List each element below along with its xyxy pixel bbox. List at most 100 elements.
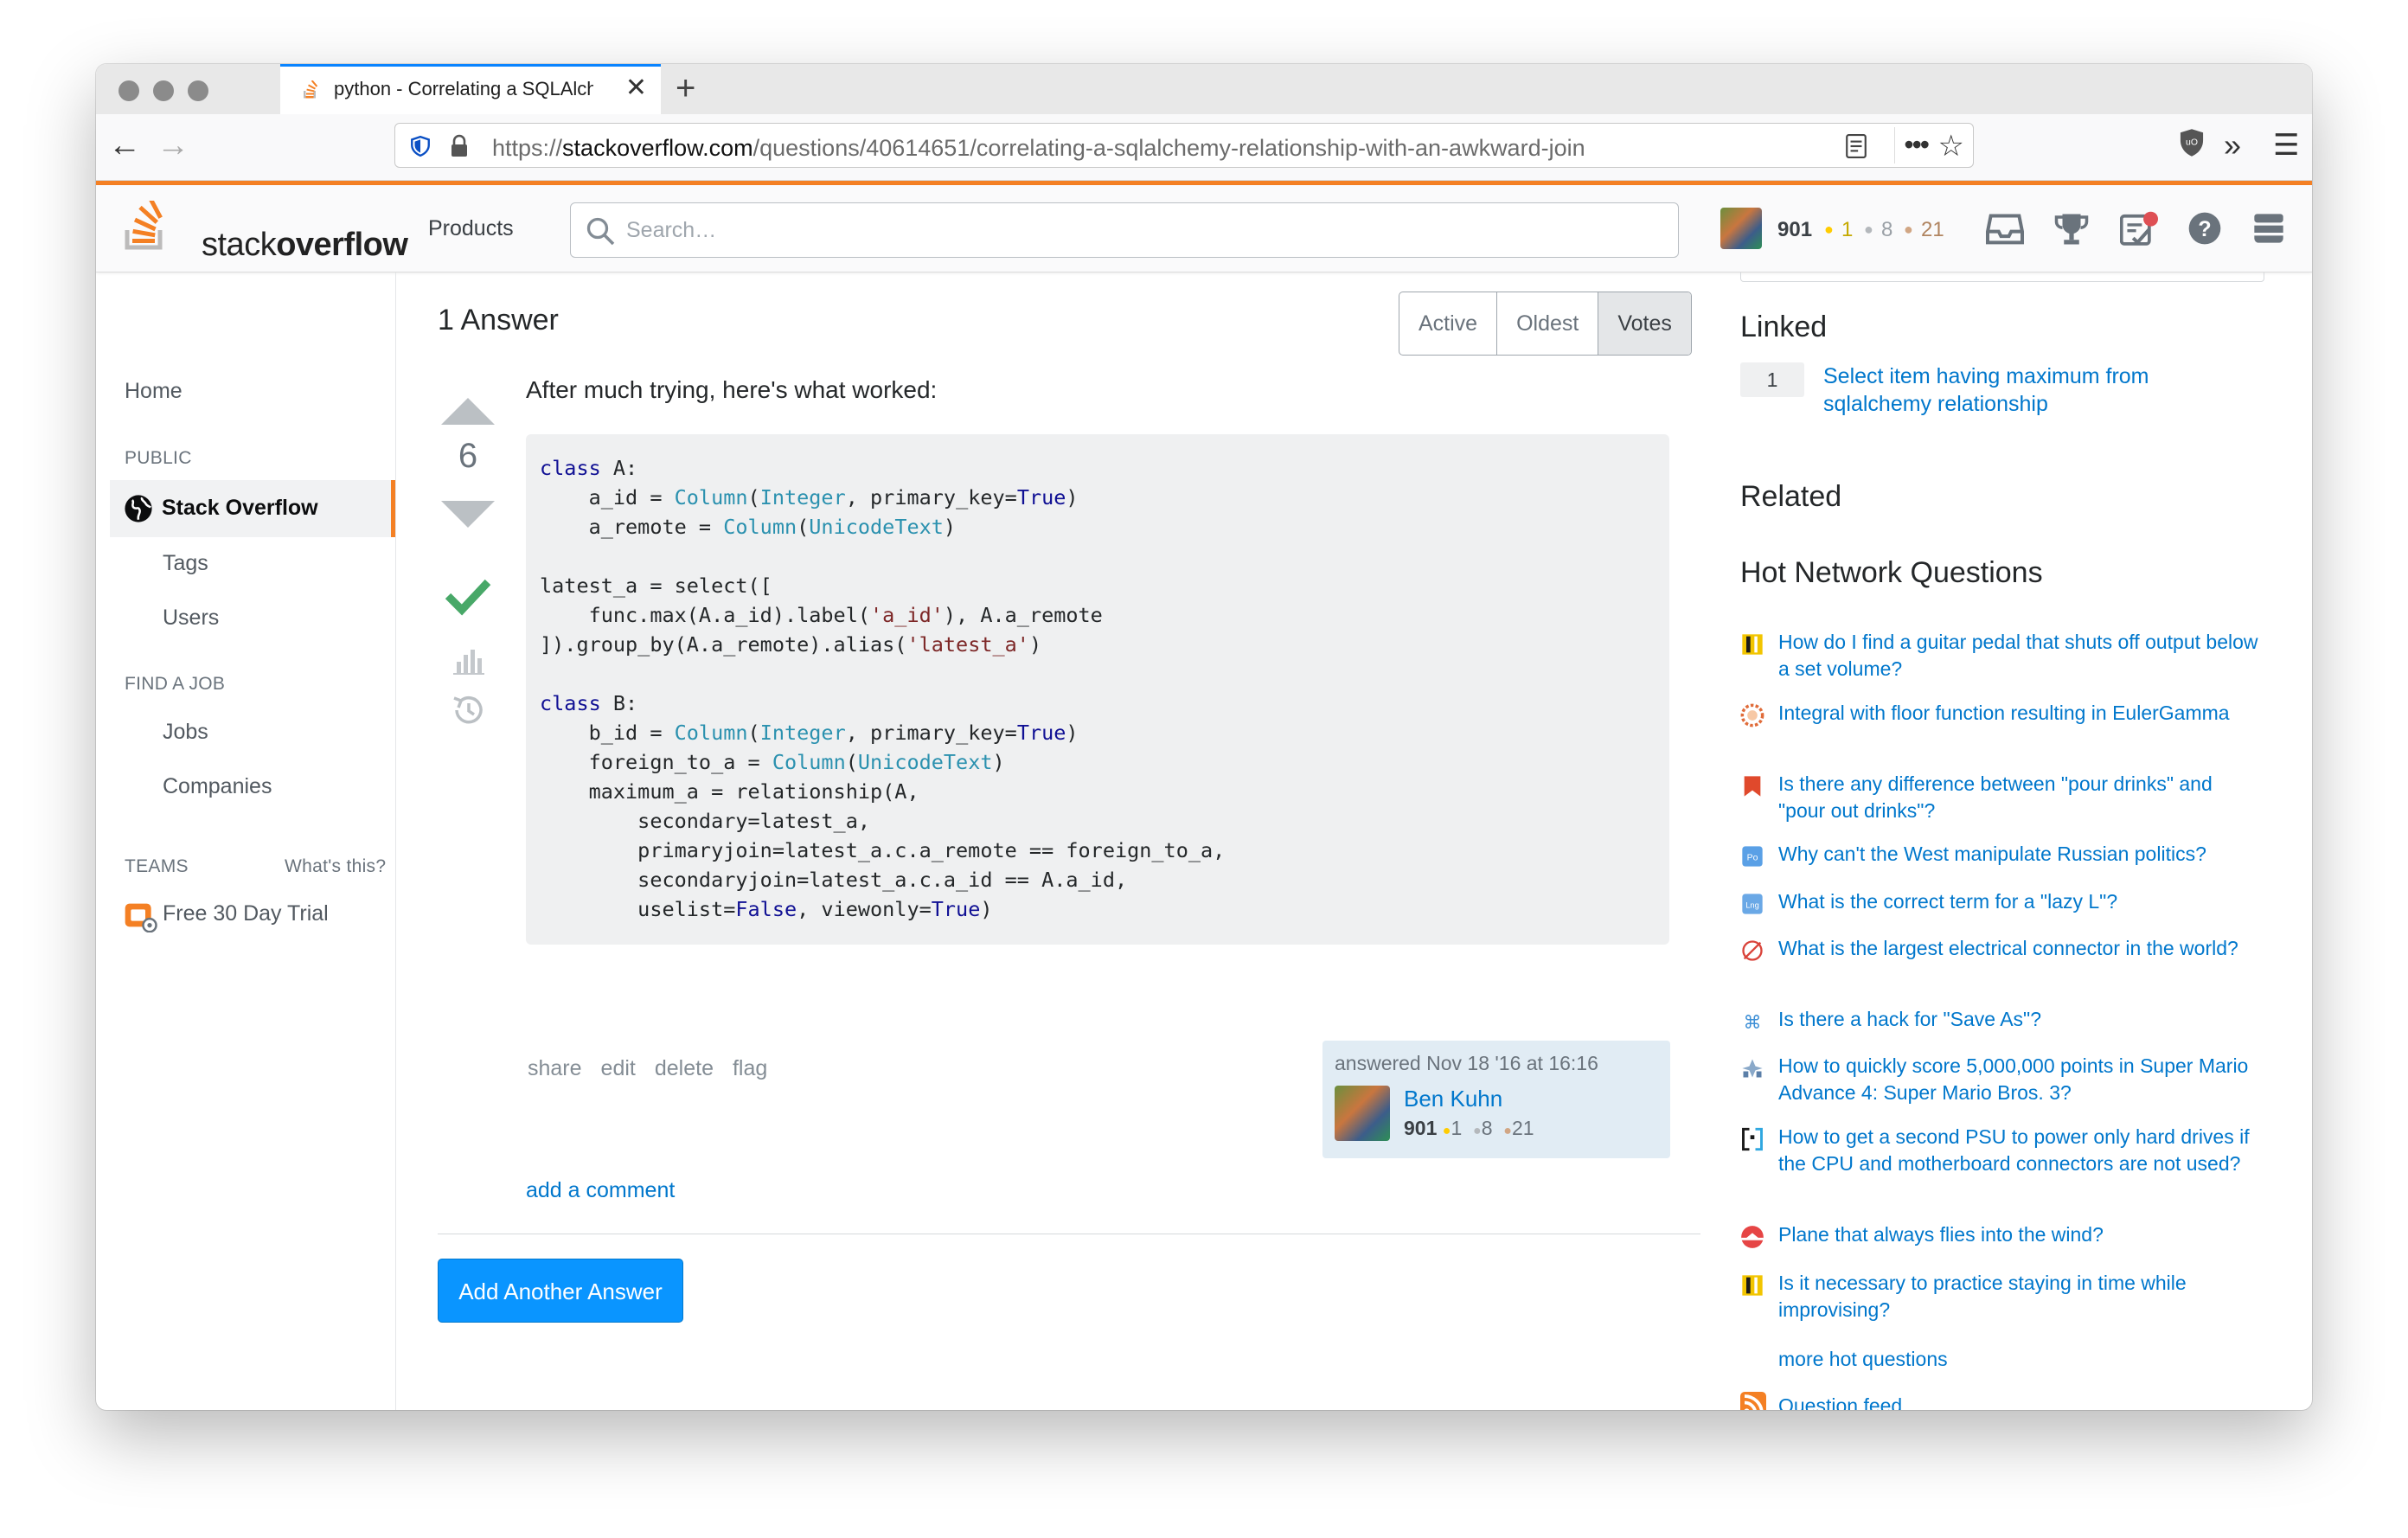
share-link[interactable]: share [528, 1056, 582, 1080]
gaming-site-icon [1742, 1059, 1763, 1078]
nav-section-teams: TEAMS [125, 856, 189, 876]
close-tab-icon[interactable]: ✕ [625, 75, 647, 101]
nav-companies[interactable]: Companies [163, 774, 272, 799]
hnq-link[interactable]: How do I find a guitar pedal that shuts … [1778, 629, 2259, 682]
right-sidebar: Linked 1 Select item having maximum from… [1740, 272, 2294, 1410]
browser-window: python - Correlating a SQLAlchemy relati… [96, 64, 2312, 1410]
products-menu[interactable]: Products [428, 216, 514, 241]
reputation-count[interactable]: 901 [1777, 218, 1812, 242]
nav-users[interactable]: Users [163, 606, 219, 631]
forward-arrow-icon[interactable]: → [157, 128, 189, 163]
hnq-link[interactable]: What is the largest electrical connector… [1778, 935, 2259, 962]
code-content: class A: a_id = Column(Integer, primary_… [540, 456, 1226, 921]
linked-heading: Linked [1740, 311, 1828, 343]
user-avatar[interactable] [1720, 208, 1762, 249]
linked-vote-count: 1 [1740, 362, 1804, 397]
upvote-arrow-icon[interactable] [438, 395, 498, 426]
hnq-link[interactable]: How to get a second PSU to power only ha… [1778, 1124, 2259, 1177]
gold-badge-dot: ● [1824, 221, 1834, 238]
question-feed-link[interactable]: Question feed [1778, 1392, 1902, 1410]
svg-text:Lng: Lng [1745, 901, 1759, 910]
nav-section-find-a-job: FIND A JOB [125, 674, 226, 694]
back-arrow-icon[interactable]: ← [108, 128, 141, 163]
hnq-link[interactable]: How to quickly score 5,000,000 points in… [1778, 1053, 2259, 1106]
ublock-shield-icon[interactable]: uO [2178, 128, 2206, 157]
svg-text:Po: Po [1747, 853, 1758, 863]
hamburger-menu-icon[interactable]: ☰ [2273, 128, 2299, 163]
nav-tags[interactable]: Tags [163, 551, 208, 576]
sort-active-tab[interactable]: Active [1399, 292, 1498, 355]
hnq-link[interactable]: Is it necessary to practice staying in t… [1778, 1270, 2259, 1323]
edit-link[interactable]: edit [601, 1056, 636, 1080]
bookmark-star-icon[interactable]: ☆ [1938, 129, 1964, 163]
answered-timestamp[interactable]: answered Nov 18 '16 at 16:16 [1335, 1052, 1598, 1075]
author-avatar[interactable] [1335, 1086, 1390, 1141]
vote-stats-icon[interactable] [438, 646, 498, 677]
nav-jobs[interactable]: Jobs [163, 720, 208, 745]
navigation-bar: ← → https://stackoverflow.com/questions/… [96, 114, 2312, 181]
inbox-icon[interactable] [1986, 211, 2024, 246]
nav-home[interactable]: Home [125, 379, 183, 404]
downvote-arrow-icon[interactable] [438, 499, 498, 530]
flag-link[interactable]: flag [733, 1056, 767, 1080]
help-icon[interactable]: ? [2187, 211, 2222, 246]
answer-intro: After much trying, here's what worked: [526, 376, 938, 403]
zoom-window-button[interactable] [188, 80, 208, 101]
nav-stack-overflow[interactable]: Stack Overflow [110, 480, 395, 537]
delete-link[interactable]: delete [655, 1056, 714, 1080]
add-another-answer-button[interactable]: Add Another Answer [438, 1259, 683, 1323]
reader-view-icon[interactable] [1845, 134, 1867, 158]
revision-history-icon[interactable] [438, 693, 498, 727]
linked-question-link[interactable]: Select item having maximum from sqlalche… [1823, 362, 2238, 418]
globe-icon [125, 495, 152, 522]
tab-bar: python - Correlating a SQLAlchemy relati… [96, 64, 2312, 115]
sort-tabs: Active Oldest Votes [1399, 292, 1692, 356]
search-placeholder: Search… [626, 218, 717, 242]
sort-oldest-tab[interactable]: Oldest [1497, 292, 1599, 355]
address-bar[interactable]: https://stackoverflow.com/questions/4061… [394, 123, 1974, 168]
author-name-link[interactable]: Ben Kuhn [1404, 1086, 1502, 1112]
minimize-window-button[interactable] [153, 80, 174, 101]
silver-badge-count: 8 [1881, 218, 1893, 241]
hnq-link[interactable]: Is there a hack for "Save As"? [1778, 1006, 2259, 1033]
add-comment-link[interactable]: add a comment [526, 1178, 675, 1203]
bronze-badge-count: 21 [1921, 218, 1944, 241]
nav-section-public: PUBLIC [125, 448, 192, 468]
site-switcher-icon[interactable] [2251, 211, 2286, 246]
close-window-button[interactable] [118, 80, 139, 101]
answers-heading: 1 Answer [438, 304, 559, 336]
hnq-link[interactable]: Is there any difference between "pour dr… [1778, 771, 2259, 824]
tab-active[interactable]: python - Correlating a SQLAlchemy relati… [280, 64, 661, 114]
related-heading: Related [1740, 480, 1842, 513]
lock-icon[interactable] [449, 134, 470, 158]
hnq-link[interactable]: Integral with floor function resulting i… [1778, 700, 2259, 727]
author-gold-count: 1 [1451, 1117, 1463, 1139]
ell-site-icon [1744, 776, 1761, 797]
overflow-menu-icon[interactable]: » [2224, 128, 2241, 163]
whats-this-link[interactable]: What's this? [285, 856, 386, 877]
stackoverflow-header: stackoverflow Products Search… 901 ● 1 ●… [96, 185, 2312, 272]
free-trial-link[interactable]: Free 30 Day Trial [163, 901, 329, 926]
apple-site-icon: ⌘ [1744, 1012, 1762, 1033]
hnq-link[interactable]: Plane that always flies into the wind? [1778, 1221, 2259, 1248]
new-tab-icon[interactable]: + [676, 69, 695, 107]
search-input[interactable]: Search… [570, 202, 1679, 258]
url-text[interactable]: https://stackoverflow.com/questions/4061… [492, 135, 1585, 162]
sort-votes-tab[interactable]: Votes [1598, 292, 1691, 355]
superuser-site-icon [1742, 1127, 1763, 1151]
code-block: class A: a_id = Column(Integer, primary_… [526, 434, 1669, 945]
logo-text-light: stack [202, 227, 277, 263]
more-hot-questions-link[interactable]: more hot questions [1778, 1345, 1948, 1373]
tracking-shield-icon[interactable] [409, 135, 432, 157]
author-rep-count: 901 [1404, 1117, 1438, 1139]
vote-count: 6 [458, 437, 478, 475]
hnq-link[interactable]: Why can't the West manipulate Russian po… [1778, 841, 2259, 868]
stackoverflow-logo[interactable]: stackoverflow [124, 196, 408, 263]
url-host: stackoverflow.com [562, 135, 753, 161]
svg-text:⌘: ⌘ [1744, 1012, 1762, 1033]
stackoverflow-logo-icon [125, 196, 163, 250]
review-queue-icon[interactable] [2120, 211, 2158, 247]
page-actions-icon[interactable]: ••• [1904, 129, 1930, 161]
achievements-trophy-icon[interactable] [2053, 211, 2090, 247]
hnq-link[interactable]: What is the correct term for a "lazy L"? [1778, 888, 2259, 915]
